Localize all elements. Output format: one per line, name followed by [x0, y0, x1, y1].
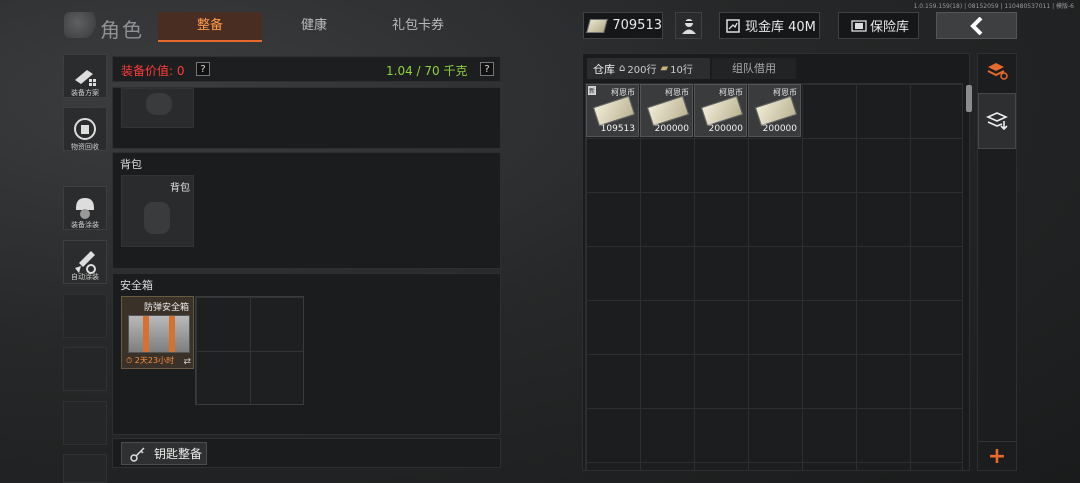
- new-badge: 新: [588, 86, 597, 95]
- equipment-skin-label: 装备涂装: [71, 221, 99, 229]
- grid-item[interactable]: 柯恩币 200000: [694, 84, 747, 137]
- cash-vault-button[interactable]: 现金库 40M: [719, 12, 820, 39]
- item-count: 200000: [654, 124, 689, 134]
- loadout-plan-label: 装备方案: [71, 89, 99, 97]
- cash-stack-icon: [592, 95, 636, 127]
- safe-icon: [851, 19, 867, 32]
- cash-stack-icon: [700, 95, 744, 127]
- tab-loadout[interactable]: 整备: [158, 12, 262, 42]
- cash-stack-icon: [754, 95, 798, 127]
- safebox-section-label: 安全箱: [120, 279, 153, 292]
- armor-slot[interactable]: [121, 88, 194, 128]
- cash-icon: ▰: [660, 63, 669, 74]
- tab-gift-coupons[interactable]: 礼包卡券: [366, 12, 470, 40]
- cash-rows: 10行: [670, 65, 693, 76]
- home-icon: ⌂: [619, 63, 626, 74]
- layers-download-icon: [986, 112, 1008, 131]
- back-button[interactable]: [936, 12, 1017, 39]
- empty-tool-slot: [63, 294, 107, 338]
- page-title: 角色: [100, 18, 144, 42]
- grid-item[interactable]: 柯恩币 200000: [748, 84, 801, 137]
- tab-health[interactable]: 健康: [262, 12, 366, 40]
- warehouse-grid[interactable]: [585, 83, 963, 471]
- backpack-panel: 背包 背包: [112, 152, 501, 269]
- add-button[interactable]: +: [978, 441, 1016, 472]
- backpack-slot[interactable]: 背包: [121, 175, 194, 247]
- equipment-value: 装备价值: 0: [121, 64, 185, 78]
- backpack-slot-label: 背包: [170, 183, 190, 194]
- warehouse-tab-label: 仓库: [593, 62, 615, 76]
- backpack-placeholder-icon: [144, 202, 170, 234]
- agent-icon: [681, 18, 696, 34]
- cash-stack-icon: [646, 95, 690, 127]
- helmet-skin-icon: [76, 198, 94, 219]
- team-loan-tab[interactable]: 组队借用: [712, 58, 796, 79]
- equipment-header: 装备价值: 0 ? 1.04 / 70 千克 ?: [112, 56, 501, 82]
- backpack-section-label: 背包: [120, 158, 142, 171]
- agent-button[interactable]: [675, 12, 702, 39]
- currency-display[interactable]: 709513: [583, 12, 663, 39]
- vault-icon: [726, 18, 740, 33]
- weight-value: 1.04 / 70 千克: [386, 64, 468, 78]
- safebox-case-icon: [128, 315, 190, 353]
- safebox-timer-text: 2天23小时: [134, 356, 175, 365]
- globe-logo-icon: [64, 12, 98, 38]
- chevron-left-icon: [969, 16, 982, 35]
- armor-placeholder-icon: [146, 93, 172, 115]
- key-icon: [130, 446, 145, 462]
- cash-stack-icon: [586, 18, 609, 33]
- key-loadout-button[interactable]: 钥匙整备: [121, 442, 207, 465]
- safe-vault-label: 保险库: [870, 20, 910, 35]
- item-count: 109513: [600, 124, 635, 134]
- layers-sort-icon: [987, 63, 1008, 80]
- recycle-icon: [74, 118, 96, 140]
- item-count: 200000: [708, 124, 743, 134]
- armor-panel: [112, 87, 501, 149]
- empty-tool-slot: [63, 454, 107, 483]
- grid-item[interactable]: 柯恩币 200000: [640, 84, 693, 137]
- stack-sort-button[interactable]: [979, 58, 1015, 84]
- safebox-panel: 安全箱 防弹安全箱 ⏱ 2天23小时 ⇄: [112, 273, 501, 435]
- recycle-label: 物资回收: [71, 143, 99, 151]
- safebox-slot[interactable]: 防弹安全箱 ⏱ 2天23小时 ⇄: [121, 296, 194, 369]
- warehouse-tab[interactable]: 仓库 ⌂ 200行 ▰ 10行: [587, 58, 710, 79]
- plus-icon: +: [987, 444, 1007, 469]
- grid-item[interactable]: 新 柯恩币 109513: [586, 84, 639, 137]
- key-loadout-label: 钥匙整备: [154, 447, 203, 461]
- auto-paint-label: 自动涂装: [71, 273, 99, 281]
- swap-icon[interactable]: ⇄: [183, 357, 191, 367]
- weight-help-button[interactable]: ?: [480, 62, 494, 76]
- deposit-button[interactable]: [978, 93, 1016, 149]
- safebox-name: 防弹安全箱: [144, 303, 190, 313]
- warehouse-rows: 200行: [627, 65, 657, 76]
- warehouse-scrollbar[interactable]: [966, 85, 972, 112]
- loadout-icon: [75, 70, 96, 86]
- version-text: 1.0.159.159(18) | 08152059 | 11048053701…: [913, 3, 1074, 10]
- safe-vault-button[interactable]: 保险库: [838, 12, 919, 39]
- empty-tool-slot: [63, 401, 107, 445]
- key-bar: 钥匙整备: [112, 438, 501, 468]
- value-help-button[interactable]: ?: [196, 62, 210, 76]
- currency-value: 709513: [612, 18, 662, 33]
- item-count: 200000: [762, 124, 797, 134]
- empty-tool-slot: [63, 347, 107, 391]
- safebox-timer: ⏱ 2天23小时: [126, 356, 175, 365]
- safebox-grid[interactable]: [195, 296, 304, 405]
- cash-vault-label: 现金库 40M: [745, 20, 816, 35]
